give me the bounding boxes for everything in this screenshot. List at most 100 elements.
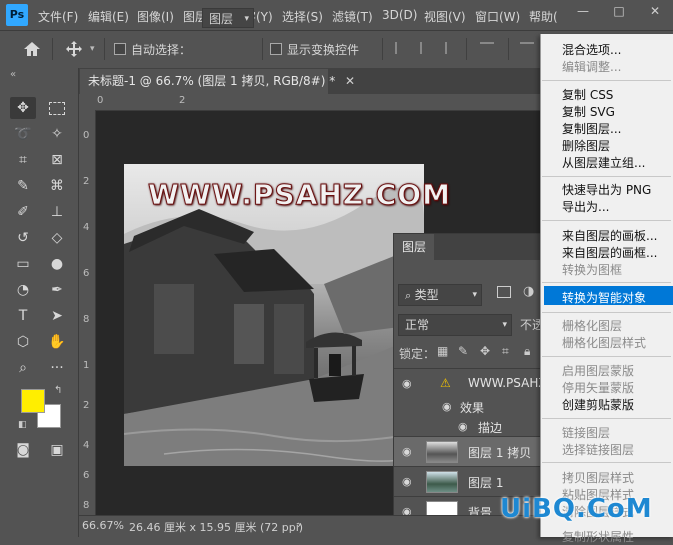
dodge-tool-icon[interactable]: ◔ xyxy=(10,279,36,301)
filter-label: 类型 xyxy=(414,288,439,302)
ruler-tick-label: 0 xyxy=(83,130,90,141)
move-tool-preset-icon[interactable] xyxy=(64,40,84,58)
lock-transparent-icon[interactable]: ▦ xyxy=(437,344,448,358)
status-menu-arrow-icon[interactable]: › xyxy=(297,518,301,531)
hand-tool-icon[interactable]: ✋ xyxy=(44,331,70,353)
context-menu-item[interactable]: 删除图层 xyxy=(562,137,610,154)
menu-image[interactable]: 图像(I) xyxy=(137,8,174,25)
move-tool-icon[interactable]: ✥ xyxy=(10,97,36,119)
ruler-tick-label: 8 xyxy=(83,314,90,325)
document-size: 26.46 厘米 x 15.95 厘米 (72 ppi) xyxy=(129,521,304,534)
filter-adjustment-icon[interactable]: ◑ xyxy=(523,284,534,299)
menu-select[interactable]: 选择(S) xyxy=(282,8,323,25)
warning-icon: ⚠ xyxy=(440,376,451,390)
context-menu-item[interactable]: 来自图层的画框... xyxy=(562,244,657,261)
layer-row-text[interactable]: ◉ ⚠ WWW.PSAHZ.C xyxy=(394,368,559,398)
menu-file[interactable]: 文件(F) xyxy=(38,8,78,25)
auto-select-checkbox[interactable] xyxy=(114,43,126,55)
menu-help[interactable]: 帮助( xyxy=(529,8,558,25)
menu-view[interactable]: 视图(V) xyxy=(424,8,466,25)
panel-collapse-icon[interactable]: « xyxy=(10,69,16,80)
minimize-button[interactable]: — xyxy=(565,0,601,22)
ruler-tick-label: 1 xyxy=(83,360,90,371)
blend-mode-value: 正常 xyxy=(405,318,430,332)
menu-edit[interactable]: 编辑(E) xyxy=(88,8,129,25)
history-brush-tool-icon[interactable]: ↺ xyxy=(10,227,36,249)
layer-thumbnail xyxy=(426,471,458,493)
visibility-eye-icon[interactable]: ◉ xyxy=(458,421,472,432)
ruler-tick-label: 4 xyxy=(83,222,90,233)
spot-healing-tool-icon[interactable]: ⌘ xyxy=(44,175,70,197)
menu-3d[interactable]: 3D(D) xyxy=(382,8,417,22)
quick-mask-icon[interactable]: ◙ xyxy=(10,439,36,461)
blend-mode-dropdown[interactable]: 正常 ▾ xyxy=(398,314,512,336)
more-tools-icon[interactable]: ··· xyxy=(44,357,70,379)
context-menu-item[interactable]: 创建剪贴蒙版 xyxy=(562,396,634,413)
visibility-eye-icon[interactable]: ◉ xyxy=(442,401,456,412)
layer-row-layer1[interactable]: ◉ 图层 1 xyxy=(394,466,552,496)
pen-tool-icon[interactable]: ✒ xyxy=(44,279,70,301)
clone-stamp-tool-icon[interactable]: ⊥ xyxy=(44,201,70,223)
brush-tool-icon[interactable]: ✐ xyxy=(10,201,36,223)
context-menu-item[interactable]: 复制 CSS xyxy=(562,86,613,103)
context-menu-item[interactable]: 转换为智能对象 xyxy=(562,289,646,306)
context-menu-item[interactable]: 导出为... xyxy=(562,198,609,215)
layer-filter-dropdown[interactable]: ⌕ 类型 ▾ xyxy=(398,284,482,306)
vertical-ruler[interactable]: 0 2 4 6 8 1 2 4 6 8 xyxy=(79,110,96,515)
align-left-icon[interactable] xyxy=(395,42,411,54)
blur-tool-icon[interactable]: ● xyxy=(44,253,70,275)
context-menu-item[interactable]: 复制图层... xyxy=(562,120,621,137)
align-right-icon[interactable] xyxy=(445,42,461,54)
context-menu-item: 启用图层蒙版 xyxy=(562,364,635,378)
layer-stroke-effect-row[interactable]: ◉ 描边 xyxy=(394,416,552,436)
layer-row-copy[interactable]: ◉ 图层 1 拷贝 xyxy=(394,436,552,466)
visibility-eye-icon[interactable]: ◉ xyxy=(402,378,416,389)
context-menu-item[interactable]: 从图层建立组... xyxy=(562,154,645,171)
marquee-tool-icon[interactable] xyxy=(44,97,70,119)
chevron-down-icon[interactable]: ▾ xyxy=(90,44,95,54)
shape-tool-icon[interactable]: ⬡ xyxy=(10,331,36,353)
screen-mode-icon[interactable]: ▣ xyxy=(44,439,70,461)
context-menu-item[interactable]: 混合选项... xyxy=(562,41,621,58)
crop-tool-icon[interactable]: ⌗ xyxy=(10,149,36,171)
visibility-eye-icon[interactable]: ◉ xyxy=(402,446,416,457)
filter-pixel-icon[interactable] xyxy=(497,286,511,298)
show-transform-checkbox[interactable] xyxy=(270,43,282,55)
home-icon[interactable] xyxy=(22,40,42,58)
menu-filter[interactable]: 滤镜(T) xyxy=(332,8,373,25)
align-top-icon[interactable] xyxy=(480,42,494,54)
lock-image-icon[interactable]: ✎ xyxy=(458,344,468,358)
maximize-button[interactable]: □ xyxy=(601,0,637,22)
lasso-tool-icon[interactable]: ➰ xyxy=(10,123,36,145)
context-menu-item: 链接图层 xyxy=(562,426,611,440)
layers-tab[interactable]: 图层 xyxy=(394,234,434,260)
close-tab-icon[interactable]: ✕ xyxy=(345,74,355,88)
context-menu-item[interactable]: 复制 SVG xyxy=(562,103,615,120)
eyedropper-tool-icon[interactable]: ✎ xyxy=(10,175,36,197)
magic-wand-tool-icon[interactable]: ✧ xyxy=(44,123,70,145)
eraser-tool-icon[interactable]: ◇ xyxy=(44,227,70,249)
align-center-icon[interactable] xyxy=(420,42,436,54)
swap-colors-icon[interactable]: ↰ xyxy=(54,385,62,396)
close-window-button[interactable]: ✕ xyxy=(637,0,673,22)
zoom-tool-icon[interactable]: ⌕ xyxy=(10,357,36,379)
foreground-color-swatch[interactable] xyxy=(21,389,45,413)
layer-effects-row[interactable]: ◉ 效果 xyxy=(394,396,552,416)
menu-window[interactable]: 窗口(W) xyxy=(475,8,520,25)
auto-select-target-dropdown[interactable]: 图层 ▾ xyxy=(202,8,254,28)
photoshop-logo-icon[interactable]: Ps xyxy=(6,4,28,26)
lock-artboard-icon[interactable]: ⌗ xyxy=(502,344,509,359)
default-colors-icon[interactable]: ◧ xyxy=(18,420,27,430)
lock-all-icon[interactable]: 🔒︎ xyxy=(524,344,530,359)
document-tab[interactable]: 未标题-1 @ 66.7% (图层 1 拷贝, RGB/8#) * ✕ xyxy=(80,69,355,94)
distribute-icon[interactable] xyxy=(520,42,534,54)
context-menu-item[interactable]: 来自图层的画板... xyxy=(562,227,657,244)
zoom-level[interactable]: 66.67% xyxy=(82,519,124,532)
frame-tool-icon[interactable]: ⊠ xyxy=(44,149,70,171)
context-menu-item[interactable]: 快速导出为 PNG xyxy=(562,181,651,198)
lock-position-icon[interactable]: ✥ xyxy=(480,344,490,358)
gradient-tool-icon[interactable]: ▭ xyxy=(10,253,36,275)
visibility-eye-icon[interactable]: ◉ xyxy=(402,476,416,487)
path-selection-tool-icon[interactable]: ➤ xyxy=(44,305,70,327)
type-tool-icon[interactable]: T xyxy=(10,305,36,327)
